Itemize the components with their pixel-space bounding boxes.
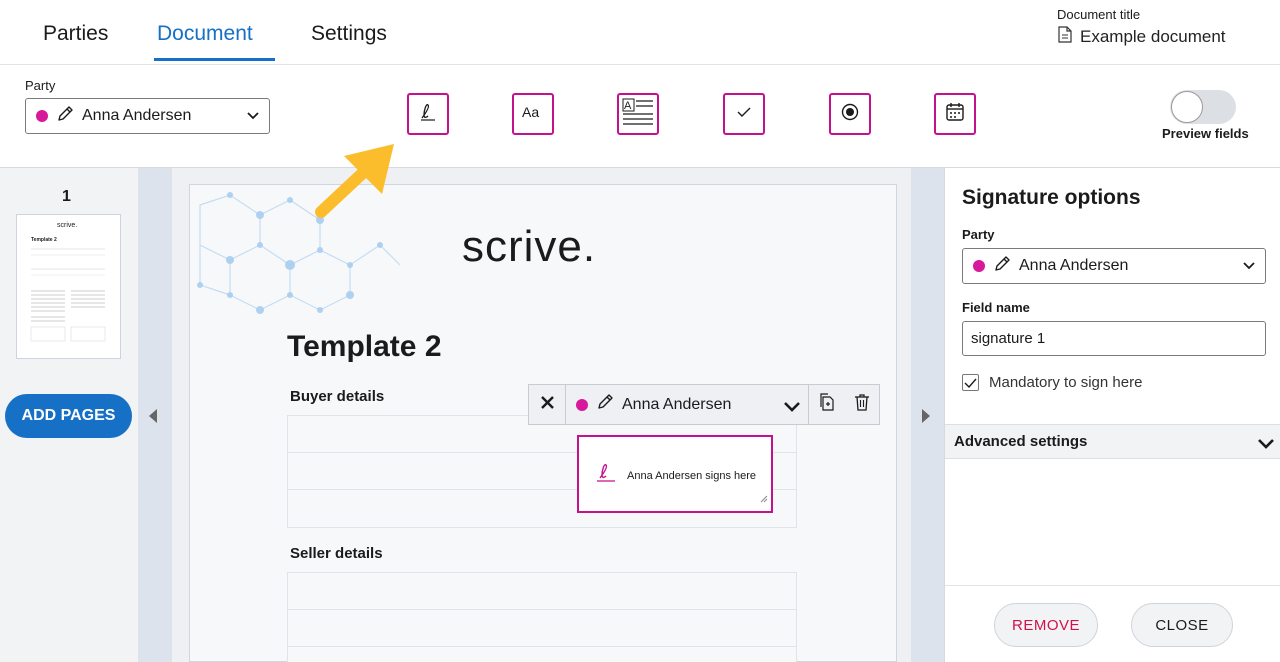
mandatory-label: Mandatory to sign here bbox=[989, 374, 1143, 391]
delete-field-button[interactable] bbox=[844, 385, 879, 424]
previous-page-arrow-icon[interactable] bbox=[148, 408, 158, 429]
table-row bbox=[288, 610, 796, 647]
svg-text:Aa: Aa bbox=[522, 104, 539, 120]
tab-parties[interactable]: Parties bbox=[43, 22, 108, 46]
template-title: Template 2 bbox=[287, 330, 442, 363]
mandatory-checkbox-row[interactable]: Mandatory to sign here bbox=[962, 374, 1142, 391]
pen-icon bbox=[596, 393, 614, 416]
deselect-field-button[interactable] bbox=[529, 385, 566, 424]
add-pages-button[interactable]: ADD PAGES bbox=[5, 394, 132, 438]
table-row bbox=[288, 573, 796, 610]
add-textarea-field-button[interactable]: A bbox=[617, 93, 659, 135]
pen-icon bbox=[56, 105, 74, 128]
signature-icon bbox=[595, 461, 617, 488]
close-button[interactable]: CLOSE bbox=[1131, 603, 1233, 647]
duplicate-field-button[interactable] bbox=[809, 385, 844, 424]
add-date-field-button[interactable] bbox=[934, 93, 976, 135]
toggle-knob bbox=[1171, 91, 1203, 123]
party-label: Party bbox=[25, 78, 56, 93]
field-toolbar: Party Anna Andersen Aa A Preview fields bbox=[0, 64, 1280, 168]
copy-icon bbox=[819, 393, 835, 416]
document-icon bbox=[1058, 26, 1072, 48]
svg-text:Template 2: Template 2 bbox=[31, 237, 57, 243]
chevron-down-icon bbox=[1258, 437, 1274, 454]
close-icon bbox=[540, 395, 554, 414]
document-title-text: Example document bbox=[1080, 27, 1226, 46]
top-bar: Parties Document Settings Document title… bbox=[0, 0, 1280, 64]
signature-options-panel: Signature options Party Anna Andersen Fi… bbox=[944, 168, 1280, 662]
advanced-settings-label: Advanced settings bbox=[954, 433, 1088, 450]
party-label: Party bbox=[962, 227, 995, 242]
signature-placeholder: Anna Andersen signs here bbox=[627, 470, 757, 482]
document-title-label: Document title bbox=[1057, 7, 1141, 22]
svg-text:A: A bbox=[624, 100, 632, 112]
signature-field[interactable]: Anna Andersen signs here bbox=[577, 435, 773, 513]
signature-field-icon bbox=[417, 101, 439, 128]
arrow-annotation-icon bbox=[312, 140, 396, 225]
svg-text:scrive.: scrive. bbox=[57, 222, 77, 229]
add-text-field-button[interactable]: Aa bbox=[512, 93, 554, 135]
remove-button[interactable]: REMOVE bbox=[994, 603, 1098, 647]
field-name-input[interactable] bbox=[962, 321, 1266, 356]
page-number: 1 bbox=[62, 188, 71, 205]
advanced-settings-toggle[interactable]: Advanced settings bbox=[945, 424, 1280, 459]
next-page-arrow-icon[interactable] bbox=[921, 408, 931, 429]
chevron-down-icon bbox=[784, 399, 800, 417]
field-name-label: Field name bbox=[962, 300, 1030, 315]
preview-fields-toggle[interactable] bbox=[1170, 90, 1236, 124]
party-select[interactable]: Anna Andersen bbox=[25, 98, 270, 134]
pen-icon bbox=[993, 255, 1011, 278]
options-party-select[interactable]: Anna Andersen bbox=[962, 248, 1266, 284]
panel-title: Signature options bbox=[962, 186, 1141, 209]
field-party-value: Anna Andersen bbox=[622, 395, 732, 413]
textarea-field-icon: A bbox=[622, 98, 654, 131]
mandatory-checkbox[interactable] bbox=[962, 374, 979, 391]
party-color-dot bbox=[576, 398, 588, 411]
document-title[interactable]: Example document bbox=[1058, 26, 1226, 48]
preview-fields-label: Preview fields bbox=[1162, 126, 1249, 141]
text-field-icon: Aa bbox=[521, 104, 545, 125]
selected-field-toolbar: Anna Andersen bbox=[528, 384, 880, 425]
chevron-down-icon bbox=[1243, 257, 1255, 275]
panel-footer: REMOVE CLOSE bbox=[945, 585, 1280, 662]
add-signature-field-button[interactable] bbox=[407, 93, 449, 135]
radio-field-icon bbox=[841, 103, 859, 126]
pages-panel: 1 scrive. Template 2 ADD PAGES bbox=[0, 168, 138, 662]
scrive-logo: scrive. bbox=[462, 222, 597, 271]
chevron-down-icon bbox=[247, 107, 259, 125]
add-radio-field-button[interactable] bbox=[829, 93, 871, 135]
tab-settings[interactable]: Settings bbox=[311, 22, 387, 46]
options-party-value: Anna Andersen bbox=[1019, 257, 1129, 274]
tab-document[interactable]: Document bbox=[157, 22, 253, 46]
add-checkbox-field-button[interactable] bbox=[723, 93, 765, 135]
resize-handle-icon[interactable] bbox=[760, 490, 768, 508]
party-color-dot bbox=[36, 110, 48, 122]
party-select-value: Anna Andersen bbox=[82, 107, 192, 124]
active-tab-indicator bbox=[154, 58, 275, 61]
field-party-select[interactable]: Anna Andersen bbox=[566, 385, 809, 424]
seller-details-label: Seller details bbox=[290, 545, 383, 562]
checkbox-field-icon bbox=[736, 105, 752, 123]
buyer-details-label: Buyer details bbox=[290, 388, 385, 405]
page-thumbnail[interactable]: scrive. Template 2 bbox=[16, 214, 121, 359]
trash-icon bbox=[854, 393, 870, 416]
date-field-icon bbox=[945, 102, 965, 127]
party-color-dot bbox=[973, 260, 985, 272]
seller-details-table bbox=[287, 572, 797, 662]
table-row bbox=[288, 647, 796, 662]
